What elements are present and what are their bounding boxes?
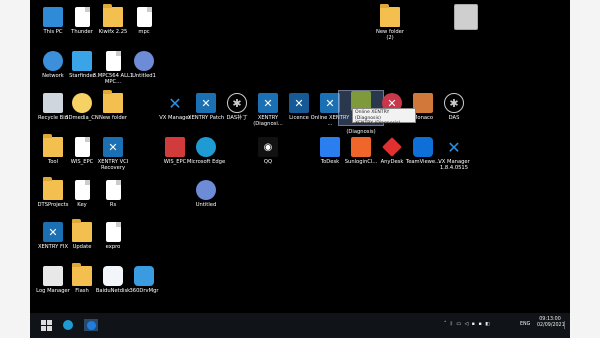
folder-icon: [72, 263, 92, 286]
wis-epc-icon: [165, 137, 185, 157]
folder-icon: [72, 219, 92, 242]
desktop-icon-new-folder-2[interactable]: New folder (2): [368, 4, 412, 41]
clock-date: 02/09/2021: [537, 323, 565, 328]
taskbar-edge-button[interactable]: [62, 319, 74, 331]
edge-icon: [63, 320, 73, 330]
licence-icon: ✕: [289, 93, 309, 113]
das-icon: ✱: [444, 93, 464, 113]
language-indicator[interactable]: ENG: [520, 322, 530, 328]
taskbar: ˄ ᛒ ▭ ◁ ▪ ▪ ◧ ENG 09:13:00 02/09/2021: [30, 313, 570, 338]
app-tray-icon-2: ▪: [478, 322, 482, 327]
desktop-icon-das[interactable]: ✱ DAS: [432, 93, 476, 121]
tray-icons[interactable]: ˄ ᛒ ▭ ◁ ▪ ▪ ◧: [444, 322, 490, 328]
qq-icon: ◉: [258, 137, 278, 157]
desktop-icon-360drvmgr[interactable]: 360DrvMgr: [122, 266, 166, 294]
pinned-widget[interactable]: [454, 4, 478, 30]
online-xentry-icon: ✕: [320, 93, 340, 113]
folder-icon: [380, 4, 400, 27]
taskbar-teamviewer-button[interactable]: [84, 319, 98, 331]
vx-manager-icon: ✕: [447, 137, 461, 157]
network-tray-icon: ▭: [456, 322, 461, 327]
file-icon: [105, 51, 121, 71]
sunlogin-icon: [351, 137, 371, 157]
volume-icon: ◁: [464, 322, 469, 327]
file-icon: [74, 180, 90, 200]
file-icon: [136, 7, 152, 27]
left-border: [0, 0, 30, 338]
file-icon: [105, 180, 121, 200]
starfinder-icon: [72, 51, 92, 71]
xentry-patch-icon: ✕: [196, 93, 216, 113]
desktop-icon-qq[interactable]: ◉ QQ: [246, 137, 290, 165]
desktop-icon-new-folder[interactable]: New folder: [91, 90, 135, 121]
show-desktop-button[interactable]: [564, 321, 570, 329]
untitled-icon: [134, 51, 154, 71]
desktop-icon-untitled[interactable]: Untitled: [184, 180, 228, 208]
vx-manager-icon: ✕: [168, 93, 182, 113]
todesk-icon: [320, 137, 340, 157]
360-icon: [134, 266, 154, 286]
desktop-icon-mpc[interactable]: mpc: [122, 7, 166, 35]
desktop-icon-untitled1[interactable]: Untitled1: [122, 51, 166, 79]
folder-icon: [103, 4, 123, 27]
xentry-diagnosis-icon: ✕: [258, 93, 278, 113]
teamviewer-icon: [413, 137, 433, 157]
anydesk-icon: [382, 137, 402, 157]
chevron-up-icon: ˄: [444, 322, 447, 327]
start-button[interactable]: [40, 319, 52, 331]
dmedia-icon: [72, 93, 92, 113]
das-icon: ✱: [227, 93, 247, 113]
file-icon: [74, 7, 90, 27]
edge-icon: [196, 137, 216, 157]
right-border: [570, 0, 600, 338]
file-icon: [74, 137, 90, 157]
app-tray-icon: ▪: [471, 322, 475, 327]
baidunetdisk-icon: [103, 266, 123, 286]
desktop-icon-xentry-vci[interactable]: ✕ XENTRY VCI Recovery: [91, 137, 135, 171]
untitled-icon: [196, 180, 216, 200]
tooltip: Online XENTRY (Diagnosis) XENTRY (Diagno…: [352, 108, 416, 126]
clock[interactable]: 09:13:00 02/09/2021: [537, 317, 565, 329]
xentry-vci-icon: ✕: [103, 137, 123, 157]
input-icon: ◧: [485, 322, 490, 327]
desktop-icon-expro[interactable]: expro: [91, 222, 135, 250]
file-icon: [105, 222, 121, 242]
monaco-icon: [413, 93, 433, 113]
desktop-icon-edge[interactable]: Microsoft Edge: [184, 137, 228, 165]
desktop-icon-rs[interactable]: Rs: [91, 180, 135, 208]
folder-icon: [103, 90, 123, 113]
windows-icon: [40, 319, 52, 331]
teamviewer-icon: [86, 320, 96, 330]
desktop-icon-vx-manager-2[interactable]: ✕ VX Manager 1.8.4.0515: [432, 137, 476, 172]
bluetooth-icon: ᛒ: [449, 322, 453, 327]
